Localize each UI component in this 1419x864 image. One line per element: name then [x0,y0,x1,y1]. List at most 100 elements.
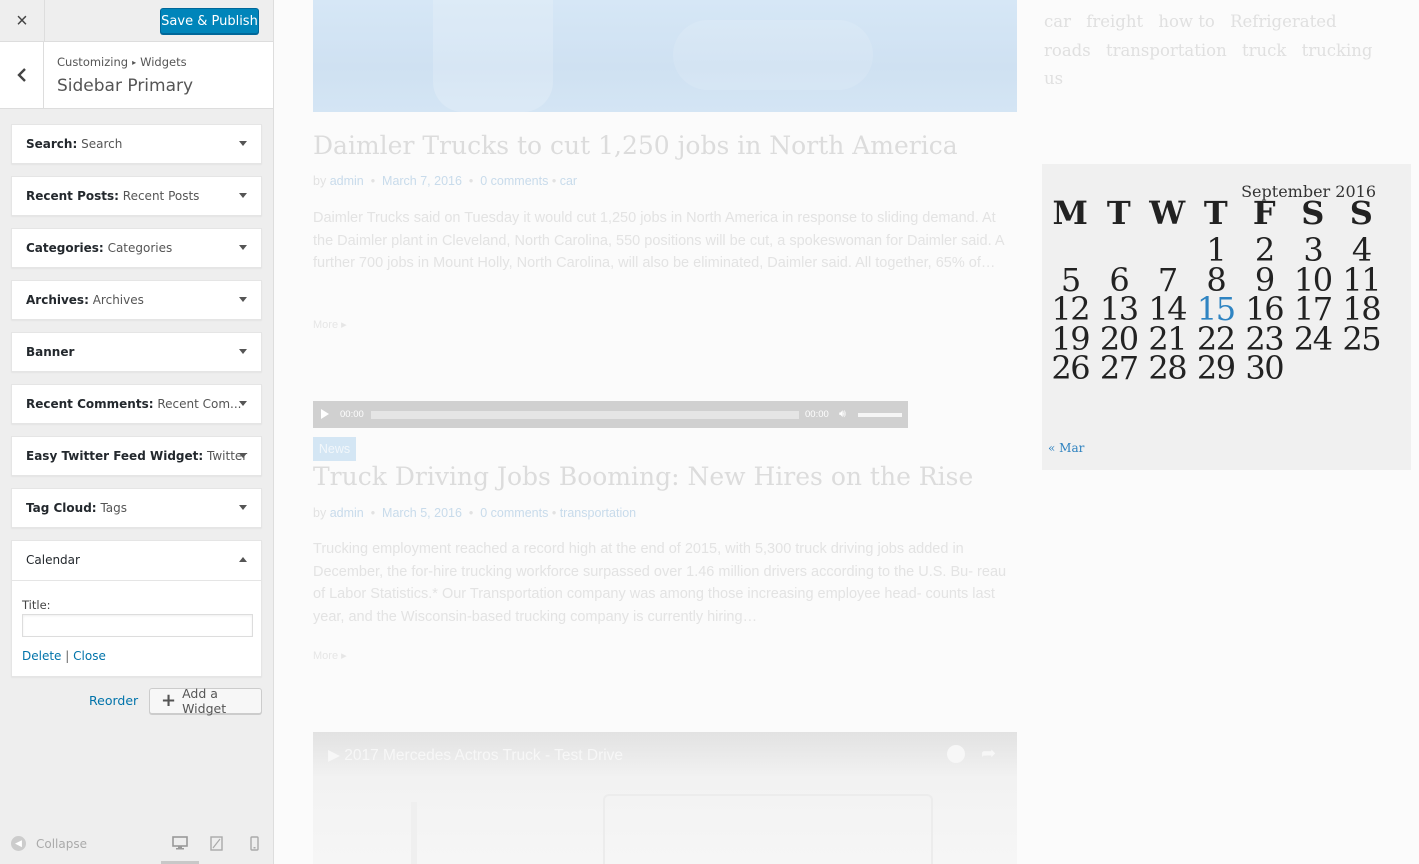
reorder-link[interactable]: Reorder [89,693,138,708]
collapse-label: Collapse [36,836,87,851]
post-meta: by admin • March 7, 2016 • 0 comments • … [313,174,578,188]
tablet-preview-icon[interactable] [210,836,223,851]
post-featured-image[interactable] [313,0,1017,112]
close-widget-link[interactable]: Close [73,649,106,663]
widget-title: Recent Posts [122,189,200,203]
category-badge[interactable]: News [313,437,356,461]
post-date-link[interactable]: March 5, 2016 [382,506,462,520]
close-icon: × [16,9,28,32]
widget-item[interactable]: Recent Posts: Recent Posts [11,176,262,216]
tag-link[interactable]: how to [1158,12,1215,31]
tag-link[interactable]: Refrigerated [1230,12,1336,31]
chevron-down-icon [239,349,247,354]
volume-slider[interactable] [858,413,902,417]
calendar-title-input[interactable] [22,614,253,637]
post-category-link[interactable]: car [560,174,577,188]
widget-name: Tag Cloud: [26,501,97,515]
chevron-up-icon [239,557,247,562]
back-button[interactable] [0,42,44,108]
widget-name: Search: [26,137,78,151]
widget-item[interactable]: Search: Search [11,124,262,164]
widget-item[interactable]: Recent Comments: Recent Com... [11,384,262,424]
breadcrumb-separator-icon: ▸ [132,58,137,67]
calendar-day: 24 [1293,319,1333,358]
more-link[interactable]: More ▸ [313,649,347,662]
post-author-link[interactable]: admin [330,174,364,188]
video-embed[interactable]: ▶ 2017 Mercedes Actros Truck - Test Driv… [313,732,1017,864]
audio-progress-slider[interactable] [371,411,799,419]
tag-link[interactable]: car [1044,12,1071,31]
collapse-button[interactable]: ◀ Collapse [11,836,87,851]
calendar-day: 27 [1099,349,1139,387]
tag-link[interactable]: transportation [1106,41,1227,60]
calendar-weekday: S [1349,194,1373,232]
volume-icon[interactable]: 🔊︎ [839,408,846,421]
close-customizer-button[interactable]: × [0,0,45,42]
calendar-widget: September 2016 M T W T F S S 1 2 3 4 5 6 7 8 9 10 11 12 13 1… [1042,164,1411,470]
tag-link[interactable]: us [1044,69,1063,88]
customizer-footer: ◀ Collapse [0,824,273,864]
widget-name: Banner [26,345,75,359]
widget-item[interactable]: Banner [11,332,262,372]
calendar-prev-month-link[interactable]: « Mar [1048,441,1084,455]
action-separator: | [65,649,70,663]
post-comments-link[interactable]: 0 comments [480,506,548,520]
delete-widget-link[interactable]: Delete [22,649,61,663]
calendar-day: 30 [1245,349,1284,387]
plus-icon: + [161,690,177,711]
widget-title: Search [81,137,123,151]
calendar-weekday: M [1052,194,1088,232]
calendar-weekday: T [1203,194,1228,232]
save-publish-button[interactable]: Save & Publish [160,8,259,34]
calendar-weekday: S [1301,194,1325,232]
tag-link[interactable]: truck [1242,41,1286,60]
calendar-day: 29 [1196,349,1236,387]
post-title[interactable]: Daimler Trucks to cut 1,250 jobs in Nort… [313,131,958,160]
widget-name: Recent Comments: [26,397,154,411]
add-widget-button[interactable]: + Add a Widget [149,686,262,716]
post-date-link[interactable]: March 7, 2016 [382,174,462,188]
chevron-down-icon [239,193,247,198]
post-excerpt: Daimler Trucks said on Tuesday it would … [313,210,1004,271]
audio-duration: 00:00 [805,409,829,420]
share-icon[interactable]: ➦ [981,743,996,764]
post-title[interactable]: Truck Driving Jobs Booming: New Hires on… [313,462,973,491]
post-excerpt: Trucking employment reached a record hig… [313,541,1007,625]
customizer-sidebar: × Save & Publish Customizing ▸ Widgets Sid… [0,0,274,864]
widget-item[interactable]: Archives: Archives [11,280,262,320]
widget-name: Archives: [26,293,89,307]
site-preview: Daimler Trucks to cut 1,250 jobs in Nort… [274,0,1419,864]
post-comments-link[interactable]: 0 comments [480,174,548,188]
watch-later-icon[interactable] [947,745,965,763]
more-link[interactable]: More ▸ [313,318,347,331]
post-meta: by admin • March 5, 2016 • 0 comments • … [313,506,637,520]
chevron-down-icon [239,141,247,146]
play-icon[interactable] [321,409,329,419]
widget-title: Categories [107,241,173,255]
desktop-preview-icon[interactable] [172,836,188,851]
widget-item[interactable]: Easy Twitter Feed Widget: Twitter [11,436,262,476]
video-title[interactable]: ▶ 2017 Mercedes Actros Truck - Test Driv… [328,746,623,765]
widget-name: Easy Twitter Feed Widget: [26,449,204,463]
section-header: Customizing ▸ Widgets Sidebar Primary [0,42,273,109]
widget-item[interactable]: Tag Cloud: Tags [11,488,262,528]
mobile-preview-icon[interactable] [250,836,259,851]
customizer-header: × Save & Publish [0,0,273,42]
breadcrumb: Customizing ▸ Widgets [57,55,187,69]
audio-current-time: 00:00 [340,409,364,420]
calendar-widget-header[interactable]: Calendar [12,541,261,580]
calendar-weekday: W [1149,194,1186,232]
tag-link[interactable]: freight [1086,12,1143,31]
breadcrumb-current: Widgets [140,55,187,69]
add-widget-label: Add a Widget [182,686,227,716]
post-category-link[interactable]: transportation [560,506,636,520]
tag-link[interactable]: trucking [1302,41,1373,60]
calendar-weekday: T [1106,194,1131,232]
post-author-link[interactable]: admin [330,506,364,520]
chevron-down-icon [239,401,247,406]
widget-item[interactable]: Categories: Categories [11,228,262,268]
widget-name: Calendar [26,553,80,567]
collapse-arrow-icon: ◀ [11,836,26,851]
tag-link[interactable]: roads [1044,41,1091,60]
calendar-day: 25 [1342,319,1381,358]
